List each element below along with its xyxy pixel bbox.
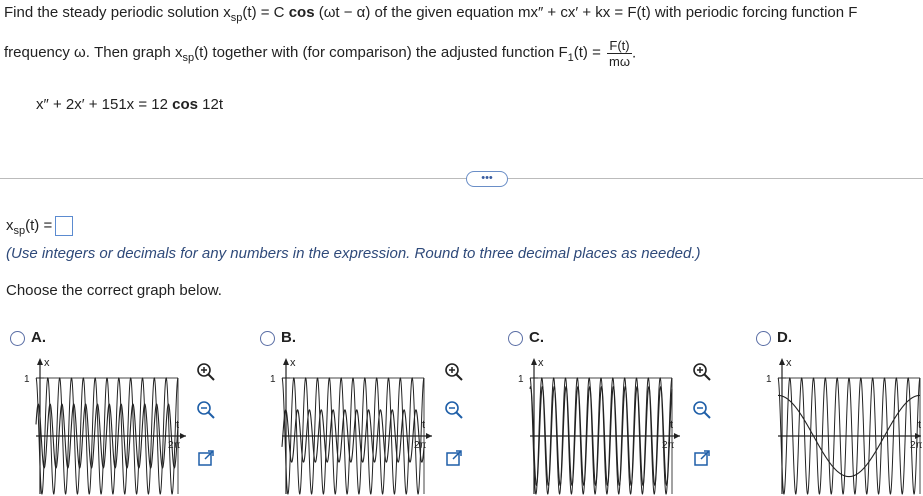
x-axis-arrow	[426, 433, 432, 439]
y-axis-label: x	[786, 357, 792, 369]
x-axis-arrow	[674, 433, 680, 439]
y-axis-label: x	[538, 357, 544, 369]
option-c-radio[interactable]	[508, 331, 523, 346]
y-axis-label: x	[44, 357, 50, 369]
option-a-graph: x1t2π	[24, 357, 186, 495]
y-tick-label-1: 1	[270, 374, 276, 385]
option-a-label[interactable]: A.	[31, 329, 46, 346]
more-button[interactable]: •••	[466, 171, 508, 187]
given-equation: x″ + 2x′ + 151x = 12 cos 12t	[36, 96, 224, 113]
zoom-out-icon[interactable]	[444, 400, 464, 420]
option-a-radio[interactable]	[10, 331, 25, 346]
option-d-label[interactable]: D.	[777, 329, 792, 346]
x-axis-label: t	[918, 419, 921, 431]
option-b-label[interactable]: B.	[281, 329, 296, 346]
open-external-icon[interactable]	[692, 448, 712, 468]
open-external-icon[interactable]	[196, 448, 216, 468]
open-external-icon[interactable]	[444, 448, 464, 468]
adjusted-function-fraction: F(t) mω	[607, 37, 632, 69]
zoom-in-icon[interactable]	[444, 362, 464, 382]
prompt-text: Choose the correct graph below.	[6, 282, 222, 299]
option-d-graph: x1t2π	[766, 357, 923, 495]
option-d-radio[interactable]	[756, 331, 771, 346]
answer-row: xsp(t) =	[6, 216, 74, 237]
hint-text: (Use integers or decimals for any number…	[6, 245, 701, 262]
option-b-radio[interactable]	[260, 331, 275, 346]
answer-input[interactable]	[55, 216, 74, 236]
zoom-in-icon[interactable]	[692, 362, 712, 382]
y-tick-label-1: 1	[518, 374, 524, 385]
y-axis-arrow	[531, 358, 537, 365]
y-tick-label-1: 1	[766, 374, 772, 385]
y-axis-arrow	[779, 358, 785, 365]
option-b-graph: x1t2π	[270, 357, 432, 495]
option-c-graph: x1t2π	[518, 357, 680, 495]
option-c-label[interactable]: C.	[529, 329, 544, 346]
section-divider	[0, 178, 923, 179]
y-axis-label: x	[290, 357, 296, 369]
zoom-out-icon[interactable]	[196, 400, 216, 420]
x-axis-arrow	[180, 433, 186, 439]
y-axis-arrow	[283, 358, 289, 365]
y-axis-arrow	[37, 358, 43, 365]
question-line-2: frequency ω. Then graph xsp(t) together …	[4, 37, 637, 69]
zoom-in-icon[interactable]	[196, 362, 216, 382]
y-tick-label-1: 1	[24, 374, 30, 385]
zoom-out-icon[interactable]	[692, 400, 712, 420]
question-line-1: Find the steady periodic solution xsp(t)…	[4, 4, 858, 24]
x-axis-label: t	[422, 419, 425, 431]
